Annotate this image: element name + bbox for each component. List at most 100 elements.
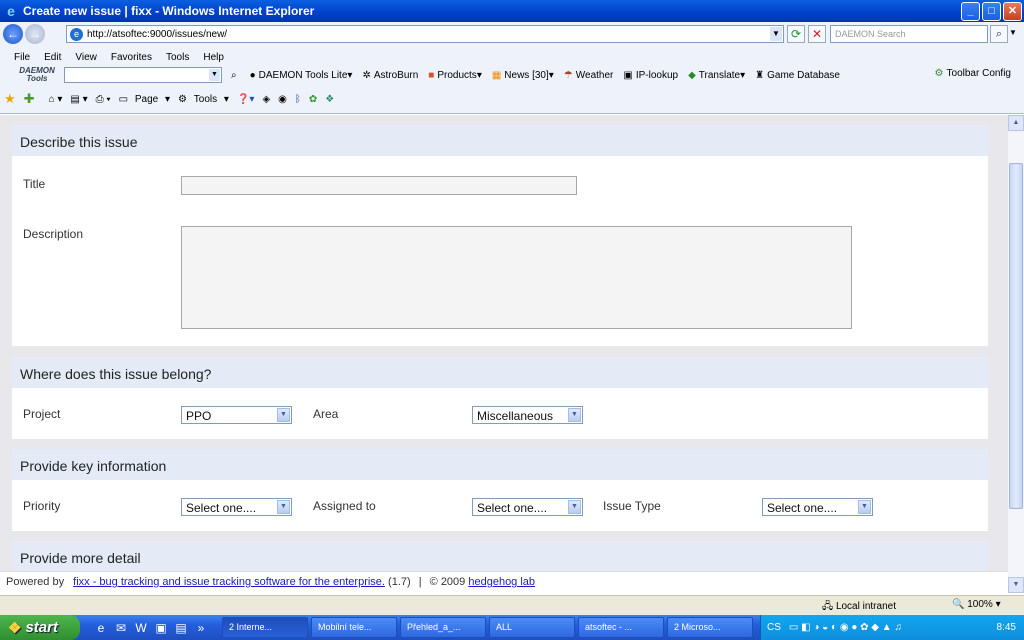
scroll-up-icon[interactable]: ▲ [1008, 115, 1024, 131]
toolbar-config-button[interactable]: ⚙ Toolbar Config [935, 68, 1011, 79]
chevron-down-icon: ▼ [568, 408, 581, 422]
address-bar[interactable]: e http://atsoftec:9000/issues/new/ ▼ [66, 25, 784, 43]
game-database-button[interactable]: ♜ Game Database [755, 70, 840, 81]
ip-lookup-icon: ▣ [623, 69, 633, 81]
task-folder[interactable]: ALL [489, 617, 575, 638]
daemon-toolbar: DAEMON Tools ▼ ⌕ ● DAEMON Tools Lite ▾ ✲ A… [0, 65, 1024, 85]
messenger-icon[interactable]: ◉ [278, 94, 287, 105]
clock[interactable]: 8:45 [997, 622, 1016, 633]
add-favorites-icon[interactable]: ✚ [24, 91, 35, 107]
hedgehog-lab-link[interactable]: hedgehog lab [468, 576, 535, 588]
task-microsoft[interactable]: 2 Microso... [667, 617, 753, 638]
ip-lookup-label: IP-lookup [635, 69, 679, 81]
minimize-button[interactable]: _ [961, 1, 980, 21]
research-icon[interactable]: ◈ [262, 94, 270, 105]
quicklaunch-desktop-icon[interactable]: ▣ [152, 619, 170, 637]
chevron-down-icon[interactable]: ▼ [209, 69, 220, 81]
fixx-link[interactable]: fixx - bug tracking and issue tracking s… [73, 576, 385, 588]
task-atsoftec[interactable]: atsoftec - ... [578, 617, 664, 638]
quicklaunch-word-icon[interactable]: W [132, 619, 150, 637]
forward-button[interactable]: → [25, 24, 45, 44]
stop-button[interactable]: ✕ [808, 25, 826, 43]
system-tray: CS ▭ ◧ ◑ ◒ ◐ ◉ ● ✿ ◆ ▲ ♫ 8:45 [760, 615, 1024, 640]
task-ie[interactable]: 2 Interne... [222, 617, 308, 638]
assigned-to-label: Assigned to [313, 499, 376, 513]
title-input[interactable] [181, 176, 577, 195]
daemon-icon: ● [249, 69, 256, 81]
quicklaunch-more-icon[interactable]: » [192, 619, 210, 637]
priority-select[interactable]: Select one.... ▼ [181, 498, 292, 516]
quicklaunch-outlook-icon[interactable]: ✉ [112, 619, 130, 637]
astroburn-button[interactable]: ✲ AstroBurn [362, 70, 418, 81]
favorites-star-icon[interactable]: ★ [4, 91, 16, 107]
address-dropdown-icon[interactable]: ▼ [770, 27, 782, 41]
menu-tools[interactable]: Tools [159, 52, 196, 63]
section-heading: Provide more detail [12, 541, 988, 571]
powered-by-text: Powered by [6, 576, 65, 588]
print-icon[interactable]: ⎙ ▾ [96, 94, 111, 105]
section-more-detail: Provide more detail [12, 541, 988, 571]
menu-favorites[interactable]: Favorites [104, 52, 159, 63]
back-button[interactable]: ← [3, 24, 23, 44]
close-button[interactable]: ✕ [1003, 1, 1022, 21]
home-icon[interactable]: ⌂ ▾ [49, 94, 63, 105]
translate-button[interactable]: ◆ Translate ▾ [688, 70, 745, 81]
assigned-to-select[interactable]: Select one.... ▼ [472, 498, 583, 516]
status-bar: 🖧 Local intranet 🔍 100% ▾ [0, 595, 1024, 615]
daemon-search-button[interactable]: ⌕ [231, 70, 240, 81]
windows-logo-icon: ❖ [8, 619, 22, 637]
page-content: Describe this issue Title Description Wh… [0, 115, 1008, 571]
quicklaunch-ie-icon[interactable]: e [92, 619, 110, 637]
section-issue-belong: Where does this issue belong? Project PP… [12, 357, 988, 439]
area-select[interactable]: Miscellaneous ▼ [472, 406, 583, 424]
zoom-control[interactable]: 🔍 100% ▾ [952, 599, 1001, 610]
bluetooth-icon[interactable]: ᛒ [295, 94, 301, 105]
project-label: Project [23, 407, 61, 421]
search-icon[interactable]: ⌕ [990, 25, 1008, 43]
search-input[interactable]: DAEMON Search [830, 25, 988, 43]
page-icon: e [70, 27, 83, 41]
help-icon[interactable]: ❓▾ [237, 94, 254, 105]
page-menu-button[interactable]: ▭ Page ▾ [119, 94, 170, 105]
weather-button[interactable]: ☂ Weather [564, 70, 614, 81]
menu-view[interactable]: View [68, 52, 104, 63]
daemon-tools-lite-button[interactable]: ● DAEMON Tools Lite ▾ [250, 70, 353, 81]
project-select[interactable]: PPO ▼ [181, 406, 292, 424]
address-url: http://atsoftec:9000/issues/new/ [87, 28, 228, 40]
refresh-button[interactable]: ⟳ [787, 25, 805, 43]
chevron-down-icon: ▼ [277, 500, 290, 514]
task-document[interactable]: Přehled_a_... [400, 617, 486, 638]
menu-bar: File Edit View Favorites Tools Help [0, 49, 231, 65]
start-label: start [25, 619, 58, 636]
chevron-down-icon: ▼ [858, 500, 871, 514]
feeds-icon[interactable]: ▤ ▾ [70, 94, 87, 105]
quicklaunch-app-icon[interactable]: ▤ [172, 619, 190, 637]
description-textarea[interactable] [181, 226, 852, 329]
tools-menu-button[interactable]: ⚙ Tools ▾ [178, 94, 229, 105]
daemon-search-box[interactable]: ▼ [64, 67, 222, 83]
language-indicator[interactable]: CS [767, 622, 781, 633]
astroburn-icon: ✲ [362, 69, 371, 81]
section-describe-issue: Describe this issue Title Description [12, 125, 988, 346]
version-text: (1.7) [388, 576, 411, 588]
news-button[interactable]: ▦ News [30] ▾ [492, 70, 554, 81]
issue-type-select[interactable]: Select one.... ▼ [762, 498, 873, 516]
scroll-thumb[interactable] [1009, 163, 1023, 509]
project-value: PPO [186, 409, 212, 423]
page-scrollbar[interactable]: ▲ ▼ [1008, 115, 1024, 593]
addon-icon[interactable]: ✿ [309, 94, 317, 105]
ip-lookup-button[interactable]: ▣ IP-lookup [623, 70, 678, 81]
maximize-button[interactable]: □ [982, 1, 1001, 21]
start-button[interactable]: ❖ start [0, 615, 80, 640]
search-options-icon[interactable]: ▼ [1009, 28, 1017, 37]
task-firefox[interactable]: Mobilní tele... [311, 617, 397, 638]
zoom-value: 100% [967, 599, 993, 610]
products-button[interactable]: ■ Products ▾ [428, 70, 482, 81]
menu-edit[interactable]: Edit [37, 52, 68, 63]
description-label: Description [23, 227, 84, 241]
products-icon: ■ [428, 69, 435, 81]
menu-help[interactable]: Help [196, 52, 231, 63]
scroll-down-icon[interactable]: ▼ [1008, 577, 1024, 593]
menu-file[interactable]: File [0, 52, 37, 63]
extra-icon[interactable]: ❖ [325, 94, 334, 105]
